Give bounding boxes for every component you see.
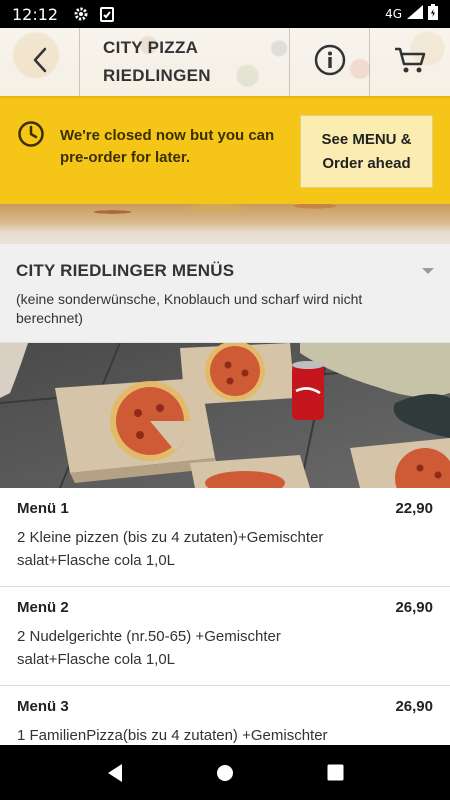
menu-item-price: 26,90 [395,599,433,616]
home-circle-icon[interactable] [205,753,245,793]
info-icon [314,44,346,81]
menu-item-name: Menü 1 [17,500,69,517]
menu-item-description: 1 FamilienPizza(bis zu 4 zutaten) +Gemis… [17,727,328,744]
clipboard-check-icon [98,5,116,23]
see-menu-order-ahead-button[interactable]: See MENU & Order ahead [300,115,433,188]
pizza-photo [0,343,450,488]
cart-button[interactable] [370,28,450,96]
page-title: CITY PIZZA RIEDLINGEN [103,38,211,85]
cart-icon [393,45,427,80]
menu-item-name: Menü 3 [17,698,69,715]
menu-item[interactable]: Menü 1 22,90 2 Kleine pizzen (bis zu 4 z… [0,488,450,587]
signal-icon [407,4,423,24]
system-nav-bar [0,745,450,800]
network-type: 4G [385,7,402,21]
category-description: (keine sonderwünsche, Knoblauch und scha… [16,291,363,326]
info-button[interactable] [290,28,370,96]
battery-icon [428,3,438,25]
menu-item-description: 2 Nudelgerichte (nr.50-65) +Gemischter s… [17,628,281,668]
menu-item[interactable]: Menü 2 26,90 2 Nudelgerichte (nr.50-65) … [0,587,450,686]
back-button[interactable] [0,28,80,96]
dropdown-triangle-icon[interactable] [422,268,434,274]
menu-item-price: 22,90 [395,500,433,517]
status-bar: 12:12 4G [0,0,450,28]
app-header: CITY PIZZA RIEDLINGEN [0,28,450,96]
clock-icon [17,120,45,148]
category-image [0,343,450,488]
menu-list: Menü 1 22,90 2 Kleine pizzen (bis zu 4 z… [0,488,450,745]
category-header[interactable]: CITY RIEDLINGER MENÜS (keine sonderwünsc… [0,244,450,343]
closed-message: We're closed now but you can pre-order f… [60,127,275,166]
status-right: 4G [385,3,438,25]
category-title: CITY RIEDLINGER MENÜS [16,261,235,280]
back-arrow-icon [31,46,49,79]
header-title-cell: CITY PIZZA RIEDLINGEN [80,28,290,96]
back-triangle-icon[interactable] [95,753,135,793]
header-pizza-image [0,204,450,244]
menu-item-price: 26,90 [395,698,433,715]
menu-item-description: 2 Kleine pizzen (bis zu 4 zutaten)+Gemis… [17,529,324,569]
closed-banner: We're closed now but you can pre-order f… [0,96,450,204]
gear-icon [72,5,90,23]
menu-item[interactable]: Menü 3 26,90 1 FamilienPizza(bis zu 4 zu… [0,686,450,745]
menu-item-name: Menü 2 [17,599,69,616]
status-time: 12:12 [12,4,59,24]
recents-square-icon[interactable] [315,753,355,793]
